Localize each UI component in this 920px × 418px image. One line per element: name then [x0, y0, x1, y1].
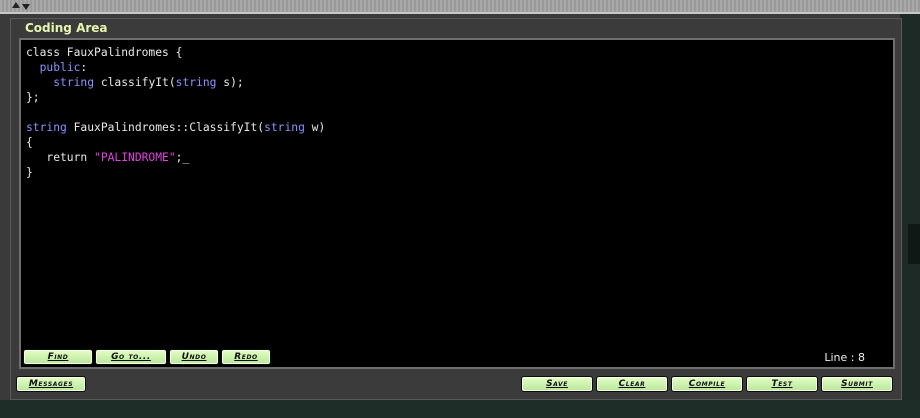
code-line[interactable] [26, 105, 883, 120]
keyword-token: string [53, 76, 95, 89]
goto-button[interactable]: Go to... [95, 349, 167, 365]
clear-button[interactable]: Clear [596, 376, 668, 392]
code-token: : [80, 61, 88, 74]
keyword-token: string [26, 121, 67, 134]
submit-button[interactable]: Submit [821, 376, 893, 392]
code-editor[interactable]: class FauxPalindromes { public: string c… [19, 38, 895, 369]
right-gutter [900, 14, 920, 418]
collapse-up-icon[interactable] [12, 2, 20, 8]
code-line[interactable]: }; [26, 90, 883, 105]
string-token: "PALINDROME" [94, 151, 176, 164]
code-token: return [26, 151, 95, 164]
code-token: w) [304, 121, 326, 134]
code-line[interactable]: } [26, 165, 883, 180]
code-line[interactable]: { [26, 135, 883, 150]
code-line[interactable]: public: [26, 60, 883, 75]
test-button[interactable]: Test [746, 376, 818, 392]
code-token: class FauxPalindromes { [26, 46, 183, 59]
keyword-token: string [175, 76, 217, 89]
code-line[interactable]: return "PALINDROME";_ [26, 150, 883, 165]
keyword-token: public [39, 61, 81, 74]
bottom-strip [0, 400, 920, 418]
panel-title: Coding Area [25, 21, 108, 35]
split-arrows[interactable] [12, 0, 30, 10]
undo-button[interactable]: Undo [169, 349, 219, 365]
editor-toolbar: Find Go to... Undo Redo [23, 349, 271, 365]
redo-button[interactable]: Redo [221, 349, 271, 365]
code-line[interactable]: string FauxPalindromes::ClassifyIt(strin… [26, 120, 883, 135]
expand-down-icon[interactable] [22, 4, 30, 10]
compile-button[interactable]: Compile [671, 376, 743, 392]
action-bar: Messages Save Clear Compile Test Submit [16, 376, 893, 394]
split-pane-divider[interactable] [0, 0, 920, 14]
code-token: classifyIt( [94, 76, 176, 89]
keyword-token: string [264, 121, 305, 134]
code-token: } [26, 166, 33, 179]
line-indicator: Line : 8 [824, 351, 865, 364]
code-line[interactable]: string classifyIt(string s); [26, 75, 883, 90]
gutter-notch [908, 224, 920, 264]
code-token: s); [216, 76, 244, 89]
coding-area-panel: Coding Area class FauxPalindromes { publ… [10, 18, 902, 400]
code-token: { [26, 136, 33, 149]
find-button[interactable]: Find [23, 349, 93, 365]
code-text[interactable]: class FauxPalindromes { public: string c… [26, 45, 883, 337]
code-token: ;_ [175, 151, 190, 164]
code-line[interactable]: class FauxPalindromes { [26, 45, 883, 60]
save-button[interactable]: Save [521, 376, 593, 392]
messages-button[interactable]: Messages [16, 376, 86, 392]
code-token: FauxPalindromes::ClassifyIt( [66, 121, 265, 134]
code-token: }; [26, 91, 40, 104]
